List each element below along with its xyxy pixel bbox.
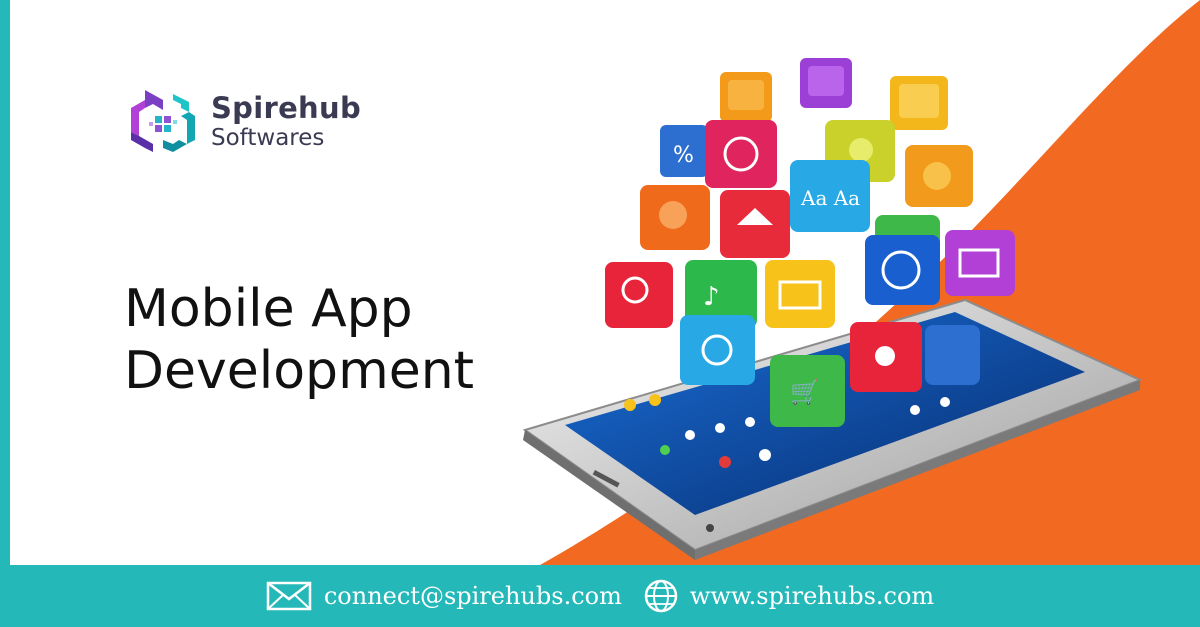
cube-users-icon [890,76,948,130]
website-url[interactable]: www.spirehubs.com [690,582,934,610]
cube-signal-icon [850,322,922,392]
globe-icon [644,579,678,613]
cube-search-icon [605,262,673,328]
headline-line-1: Mobile App [124,279,413,339]
app-cubes: % Aa Aa ♪ 🛒 [605,58,1015,427]
cube-calendar-icon [925,325,980,385]
smartphone [522,298,1143,560]
cube-video-icon [945,230,1015,296]
spirehub-logo-icon [131,90,195,152]
mail-icon [266,581,312,611]
svg-text:🛒: 🛒 [790,378,820,406]
svg-text:%: % [673,143,694,168]
cube-share-icon [800,58,852,108]
brand-name: Spirehub [211,91,362,125]
cube-photo-icon [640,185,710,250]
cube-mail-icon [765,260,835,328]
website-contact[interactable]: www.spirehubs.com [644,579,934,613]
headline-line-2: Development [124,341,475,401]
hero-illustration: % Aa Aa ♪ 🛒 [522,58,1143,560]
email-address[interactable]: connect@spirehubs.com [324,582,622,610]
cube-smiley-icon [705,120,777,188]
cube-cart-icon: 🛒 [770,355,845,427]
svg-text:Aa Aa: Aa Aa [800,186,860,210]
brand-subtitle: Softwares [211,125,325,151]
cube-folder-icon [720,72,772,122]
contact-footer: connect@spirehubs.com www.spirehubs.com [0,565,1200,627]
cube-rss-icon [905,145,973,207]
email-contact[interactable]: connect@spirehubs.com [266,581,622,611]
cube-globe-icon [865,235,940,305]
cube-font-icon: Aa Aa [790,160,870,232]
brand-logo[interactable]: Spirehub Softwares [127,86,361,158]
cube-camera-icon [680,315,755,385]
cube-percent-icon: % [660,125,708,177]
page-title: Mobile App Development [124,278,474,402]
cube-home-icon [720,190,790,258]
svg-text:♪: ♪ [703,282,720,312]
